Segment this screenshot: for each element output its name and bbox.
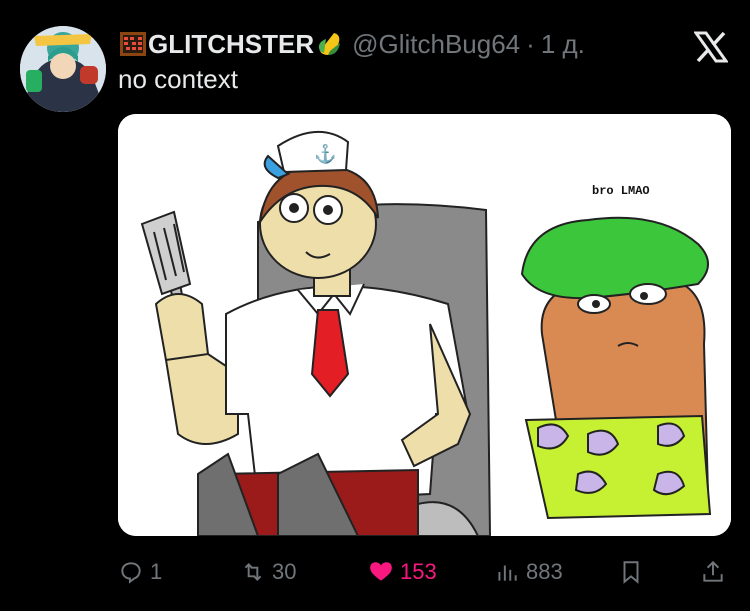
corn-emoji-icon — [314, 29, 344, 59]
timestamp[interactable]: 1 д. — [541, 29, 585, 60]
author-name[interactable]: GLITCHSTER — [148, 29, 314, 60]
abacus-emoji-icon — [118, 29, 148, 59]
bookmark-icon — [623, 561, 639, 584]
tweet-header: GLITCHSTER @GlitchBug64 · 1 д. — [118, 26, 585, 62]
action-bar: 1 30 153 883 — [0, 552, 750, 592]
reply-icon — [121, 562, 141, 584]
tweet-text: no context — [118, 64, 238, 94]
tweet-media-image[interactable]: ⚓ bro LMAO — [118, 114, 731, 536]
x-logo-icon[interactable] — [693, 31, 729, 63]
bookmark-button[interactable] — [618, 552, 644, 592]
reply-button[interactable]: 1 — [118, 552, 162, 592]
heart-filled-icon — [370, 562, 392, 581]
retweet-count: 30 — [272, 559, 297, 584]
views-button[interactable]: 883 — [494, 552, 563, 592]
share-icon — [703, 560, 723, 582]
author-handle[interactable]: @GlitchBug64 — [352, 29, 520, 60]
reply-count: 1 — [150, 559, 163, 584]
image-caption: bro LMAO — [592, 184, 650, 198]
views-count: 883 — [526, 559, 563, 584]
retweet-icon — [244, 563, 262, 581]
views-chart-icon — [498, 565, 517, 581]
separator-dot: · — [526, 28, 535, 59]
retweet-button[interactable]: 30 — [240, 552, 296, 592]
share-button[interactable] — [700, 552, 726, 592]
like-button[interactable]: 153 — [368, 552, 437, 592]
avatar[interactable] — [20, 26, 106, 112]
like-count: 153 — [400, 559, 437, 584]
svg-text:⚓: ⚓ — [314, 143, 336, 164]
